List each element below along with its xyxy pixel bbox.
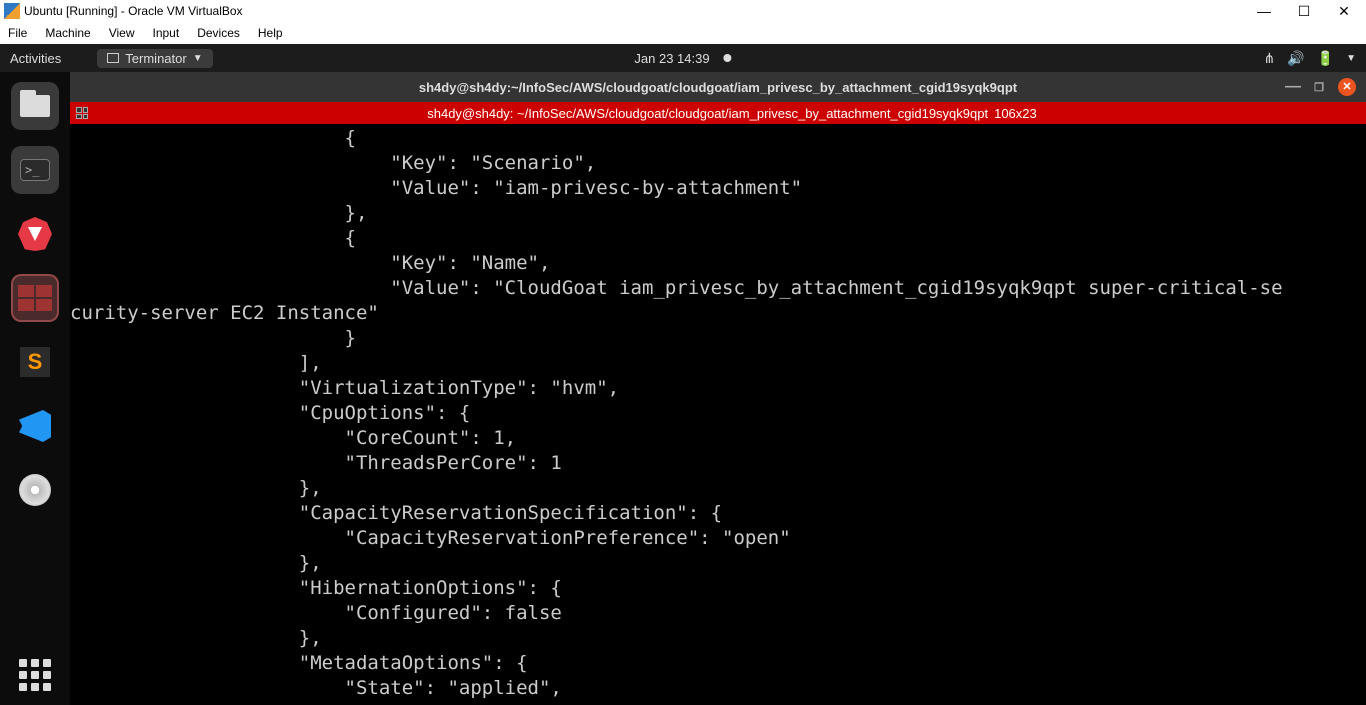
network-icon[interactable]: ⋔ [1263, 50, 1275, 67]
dock-disc[interactable] [11, 466, 59, 514]
dock-vscode[interactable] [11, 402, 59, 450]
chevron-down-icon: ▼ [193, 53, 203, 64]
virtualbox-icon [4, 3, 20, 19]
battery-icon[interactable]: 🔋 [1317, 50, 1334, 67]
window-titlebar[interactable]: sh4dy@sh4dy:~/InfoSec/AWS/cloudgoat/clou… [70, 72, 1366, 102]
dock-brave[interactable] [11, 210, 59, 258]
vb-window-title: Ubuntu [Running] - Oracle VM VirtualBox [24, 4, 243, 18]
current-app-name: Terminator [125, 51, 186, 66]
disc-icon [19, 474, 51, 506]
activities-button[interactable]: Activities [10, 51, 61, 66]
vb-maximize-button[interactable]: ☐ [1286, 1, 1322, 21]
window-close-button[interactable]: ✕ [1338, 78, 1356, 96]
terminator-split-icon[interactable] [76, 107, 88, 119]
window-maximize-button[interactable]: ❐ [1312, 80, 1326, 94]
vb-minimize-button[interactable]: — [1246, 1, 1282, 21]
vb-close-button[interactable]: ✕ [1326, 1, 1362, 21]
tab-dimensions: 106x23 [994, 106, 1037, 121]
vscode-icon [19, 410, 51, 442]
vb-menu-view[interactable]: View [109, 26, 135, 40]
clock[interactable]: Jan 23 14:39 [634, 51, 731, 66]
terminator-icon [18, 285, 52, 311]
brave-icon [18, 217, 52, 251]
terminator-window: sh4dy@sh4dy:~/InfoSec/AWS/cloudgoat/clou… [70, 72, 1366, 705]
vb-menu-machine[interactable]: Machine [45, 26, 90, 40]
tab-title: sh4dy@sh4dy: ~/InfoSec/AWS/cloudgoat/clo… [427, 106, 988, 121]
gnome-topbar: Activities Terminator ▼ Jan 23 14:39 ⋔ 🔊… [0, 44, 1366, 72]
current-app-indicator[interactable]: Terminator ▼ [97, 49, 212, 68]
show-applications-button[interactable] [19, 659, 51, 691]
sublime-icon: S [20, 347, 50, 377]
window-minimize-button[interactable]: — [1286, 80, 1300, 94]
vb-menu-input[interactable]: Input [153, 26, 180, 40]
volume-icon[interactable]: 🔊 [1287, 50, 1304, 67]
tray-chevron-down-icon: ▼ [1346, 53, 1356, 64]
folder-icon [20, 95, 50, 117]
notification-dot-icon [724, 54, 732, 62]
datetime-label: Jan 23 14:39 [634, 51, 709, 66]
dock-terminal[interactable]: >_ [11, 146, 59, 194]
vb-menu-devices[interactable]: Devices [197, 26, 240, 40]
ubuntu-desktop: Activities Terminator ▼ Jan 23 14:39 ⋔ 🔊… [0, 44, 1366, 705]
system-tray[interactable]: ⋔ 🔊 🔋 ▼ [1263, 50, 1356, 67]
vb-menu-help[interactable]: Help [258, 26, 283, 40]
terminal-icon: >_ [20, 159, 50, 181]
dock-terminator[interactable] [11, 274, 59, 322]
virtualbox-titlebar: Ubuntu [Running] - Oracle VM VirtualBox … [0, 0, 1366, 22]
vb-menu-file[interactable]: File [8, 26, 27, 40]
dock-files[interactable] [11, 82, 59, 130]
ubuntu-dock: >_ S [0, 72, 70, 705]
dock-sublime[interactable]: S [11, 338, 59, 386]
terminal-output[interactable]: { "Key": "Scenario", "Value": "iam-prive… [70, 124, 1366, 705]
virtualbox-menubar: File Machine View Input Devices Help [0, 22, 1366, 44]
window-title: sh4dy@sh4dy:~/InfoSec/AWS/cloudgoat/clou… [419, 80, 1017, 95]
terminator-tabbar[interactable]: sh4dy@sh4dy: ~/InfoSec/AWS/cloudgoat/clo… [70, 102, 1366, 124]
terminator-indicator-icon [107, 53, 119, 63]
